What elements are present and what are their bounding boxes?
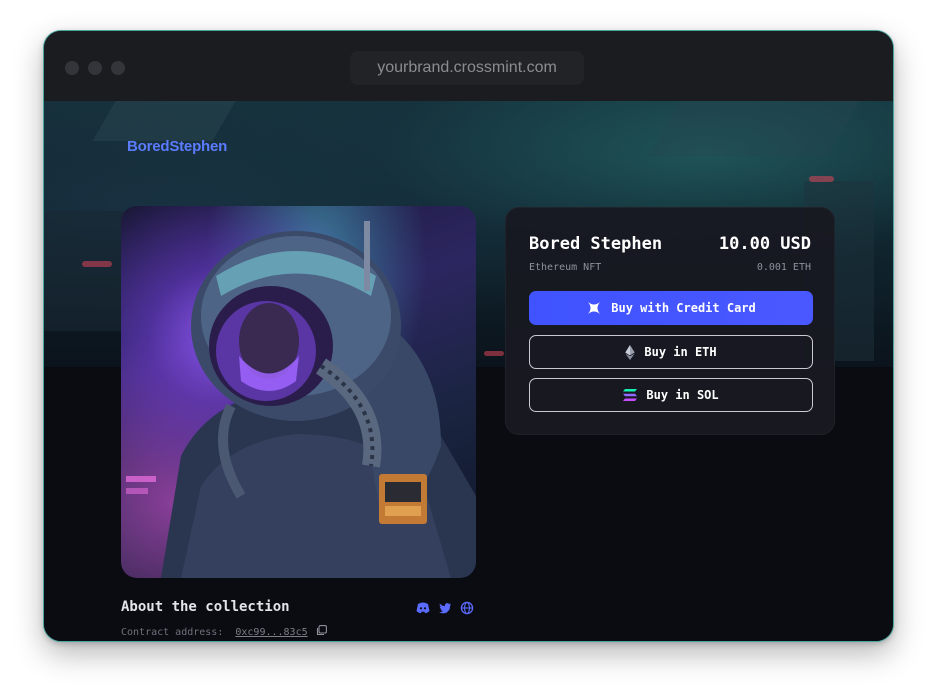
brand-logo[interactable]: BoredStephen <box>127 138 227 155</box>
buy-with-credit-card-button[interactable]: Buy with Credit Card <box>529 291 813 325</box>
product-crypto-price: 0.001 ETH <box>756 262 811 273</box>
solana-icon <box>623 389 638 401</box>
buy-in-sol-button[interactable]: Buy in SOL <box>529 378 813 412</box>
contract-address-row: Contract address: 0xc99...83c5 <box>121 625 327 639</box>
eth-button-label: Buy in ETH <box>644 345 717 359</box>
credit-card-button-label: Buy with Credit Card <box>611 301 756 315</box>
product-subtitle: Ethereum NFT <box>529 262 602 273</box>
window-minimize-dot[interactable] <box>88 61 102 75</box>
buy-in-eth-button[interactable]: Buy in ETH <box>529 335 813 369</box>
window-close-dot[interactable] <box>65 61 79 75</box>
page-content: BoredStephen Bored Stephen 10.00 USD Eth… <box>44 101 893 641</box>
sol-button-label: Buy in SOL <box>646 388 719 402</box>
contract-address-link[interactable]: 0xc99...83c5 <box>235 627 307 638</box>
product-title: Bored Stephen <box>529 234 663 254</box>
nft-artwork-image <box>121 206 476 578</box>
browser-window: yourbrand.crossmint.com BoredStephen Bor… <box>43 30 894 642</box>
twitter-icon[interactable] <box>438 600 452 614</box>
address-bar[interactable]: yourbrand.crossmint.com <box>350 51 584 85</box>
browser-titlebar: yourbrand.crossmint.com <box>44 31 893 101</box>
discord-icon[interactable] <box>416 600 430 614</box>
globe-icon[interactable] <box>460 600 474 615</box>
crossmint-x-icon <box>586 300 602 316</box>
contract-address-label: Contract address: <box>121 626 224 638</box>
about-collection-heading: About the collection <box>121 599 290 615</box>
window-maximize-dot[interactable] <box>111 61 125 75</box>
product-price: 10.00 USD <box>718 234 811 254</box>
ethereum-icon <box>625 344 636 360</box>
copy-icon[interactable] <box>316 625 327 639</box>
checkout-card: Bored Stephen 10.00 USD Ethereum NFT 0.0… <box>505 207 835 435</box>
